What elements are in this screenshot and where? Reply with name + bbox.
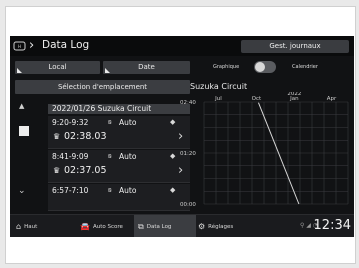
nav-label: Auto Score (92, 224, 123, 230)
scrollbar[interactable]: ▲ ⌄ (18, 102, 30, 203)
car-icon: ◆ (170, 186, 176, 194)
mode-icon: ꞩ (108, 186, 112, 194)
x-tick-label: Oct (252, 96, 262, 102)
data-log-icon: ⧉ (138, 222, 144, 231)
nav-item-datalog[interactable]: ⧉ Data Log (134, 215, 196, 237)
tab-date-label: Date (138, 63, 155, 71)
y-tick-label: 02:40 (180, 100, 196, 106)
tab-local[interactable]: Local (15, 61, 100, 74)
session-mode: Auto (119, 118, 137, 127)
session-mode: Auto (119, 186, 137, 195)
scroll-thumb[interactable] (19, 126, 29, 136)
car-icon: 🚘 (80, 222, 90, 231)
trophy-icon: ♛ (53, 166, 61, 175)
bottom-nav: ⌂ Haut 🚘 Auto Score ⧉ Data Log ⚙ Réglages ⚲ … (10, 214, 354, 237)
scroll-up-icon[interactable]: ▲ (19, 102, 24, 110)
nav-item-home[interactable]: ⌂ Haut (16, 215, 46, 237)
date-header: 2022/01/26 Suzuka Circuit (48, 104, 190, 114)
nav-item-settings[interactable]: ⚙ Réglages (198, 215, 248, 237)
home-icon: ⌂ (16, 222, 22, 231)
corner-marker-icon (17, 68, 22, 73)
session-item[interactable]: 9:20-9:32 ꞩ Auto ◆ ♛ 02:38.03 › (48, 116, 190, 149)
tab-local-label: Local (48, 63, 67, 71)
x-tick-label: Apr (327, 96, 337, 102)
header-bar: H › Data Log Gest. journaux (10, 36, 354, 56)
session-time: 8:41-9:09 (52, 152, 89, 161)
gear-icon: ⚙ (198, 222, 206, 231)
nav-item-autoscore[interactable]: 🚘 Auto Score (80, 215, 132, 237)
manage-logs-button[interactable]: Gest. journaux (241, 40, 349, 53)
session-item[interactable]: 8:41-9:09 ꞩ Auto ◆ ♛ 02:37.05 › (48, 150, 190, 183)
x-tick-label: Jan (289, 96, 299, 102)
chart-title: Suzuka Circuit (190, 82, 248, 91)
trophy-icon: ♛ (53, 132, 61, 141)
calendar-label: Calendrier (292, 64, 318, 70)
svg-text:H: H (18, 44, 21, 49)
nav-label: Data Log (146, 224, 172, 230)
tab-date[interactable]: Date (103, 61, 190, 74)
best-lap-time: 02:38.03 (64, 131, 107, 142)
nav-label: Réglages (208, 224, 234, 230)
corner-marker-icon (105, 68, 110, 73)
select-location-button[interactable]: Sélection d'emplacement (15, 80, 190, 94)
x-tick-label: Jul (214, 96, 222, 102)
mode-icon: ꞩ (108, 118, 112, 126)
session-time: 6:57-7:10 (52, 186, 89, 195)
graph-label: Graphique (213, 64, 240, 70)
page-title: Data Log (42, 39, 90, 51)
view-toggle[interactable] (254, 61, 276, 73)
y-tick-label: 00:00 (180, 202, 196, 208)
best-lap-time: 02:37.05 (64, 165, 107, 176)
honda-logo-icon: H (13, 40, 26, 52)
mode-icon: ꞩ (108, 152, 112, 160)
car-icon: ◆ (170, 118, 176, 126)
scroll-down-icon[interactable]: ⌄ (18, 186, 26, 196)
infotainment-screen: H › Data Log Gest. journaux Local Date G… (10, 36, 354, 237)
clock: 12:34 (313, 218, 351, 233)
nav-label: Haut (24, 224, 38, 230)
session-time: 9:20-9:32 (52, 118, 89, 127)
y-tick-label: 01:20 (180, 151, 196, 157)
series-line (257, 102, 300, 205)
back-chevron-icon[interactable]: › (29, 38, 34, 53)
session-item[interactable]: 6:57-7:10 ꞩ Auto ◆ (48, 184, 190, 211)
lap-time-chart[interactable]: 02:4001:2000:00Jul Oct2022Jan Apr (178, 92, 350, 212)
session-mode: Auto (119, 152, 137, 161)
car-icon: ◆ (170, 152, 176, 160)
toggle-knob (255, 62, 265, 72)
